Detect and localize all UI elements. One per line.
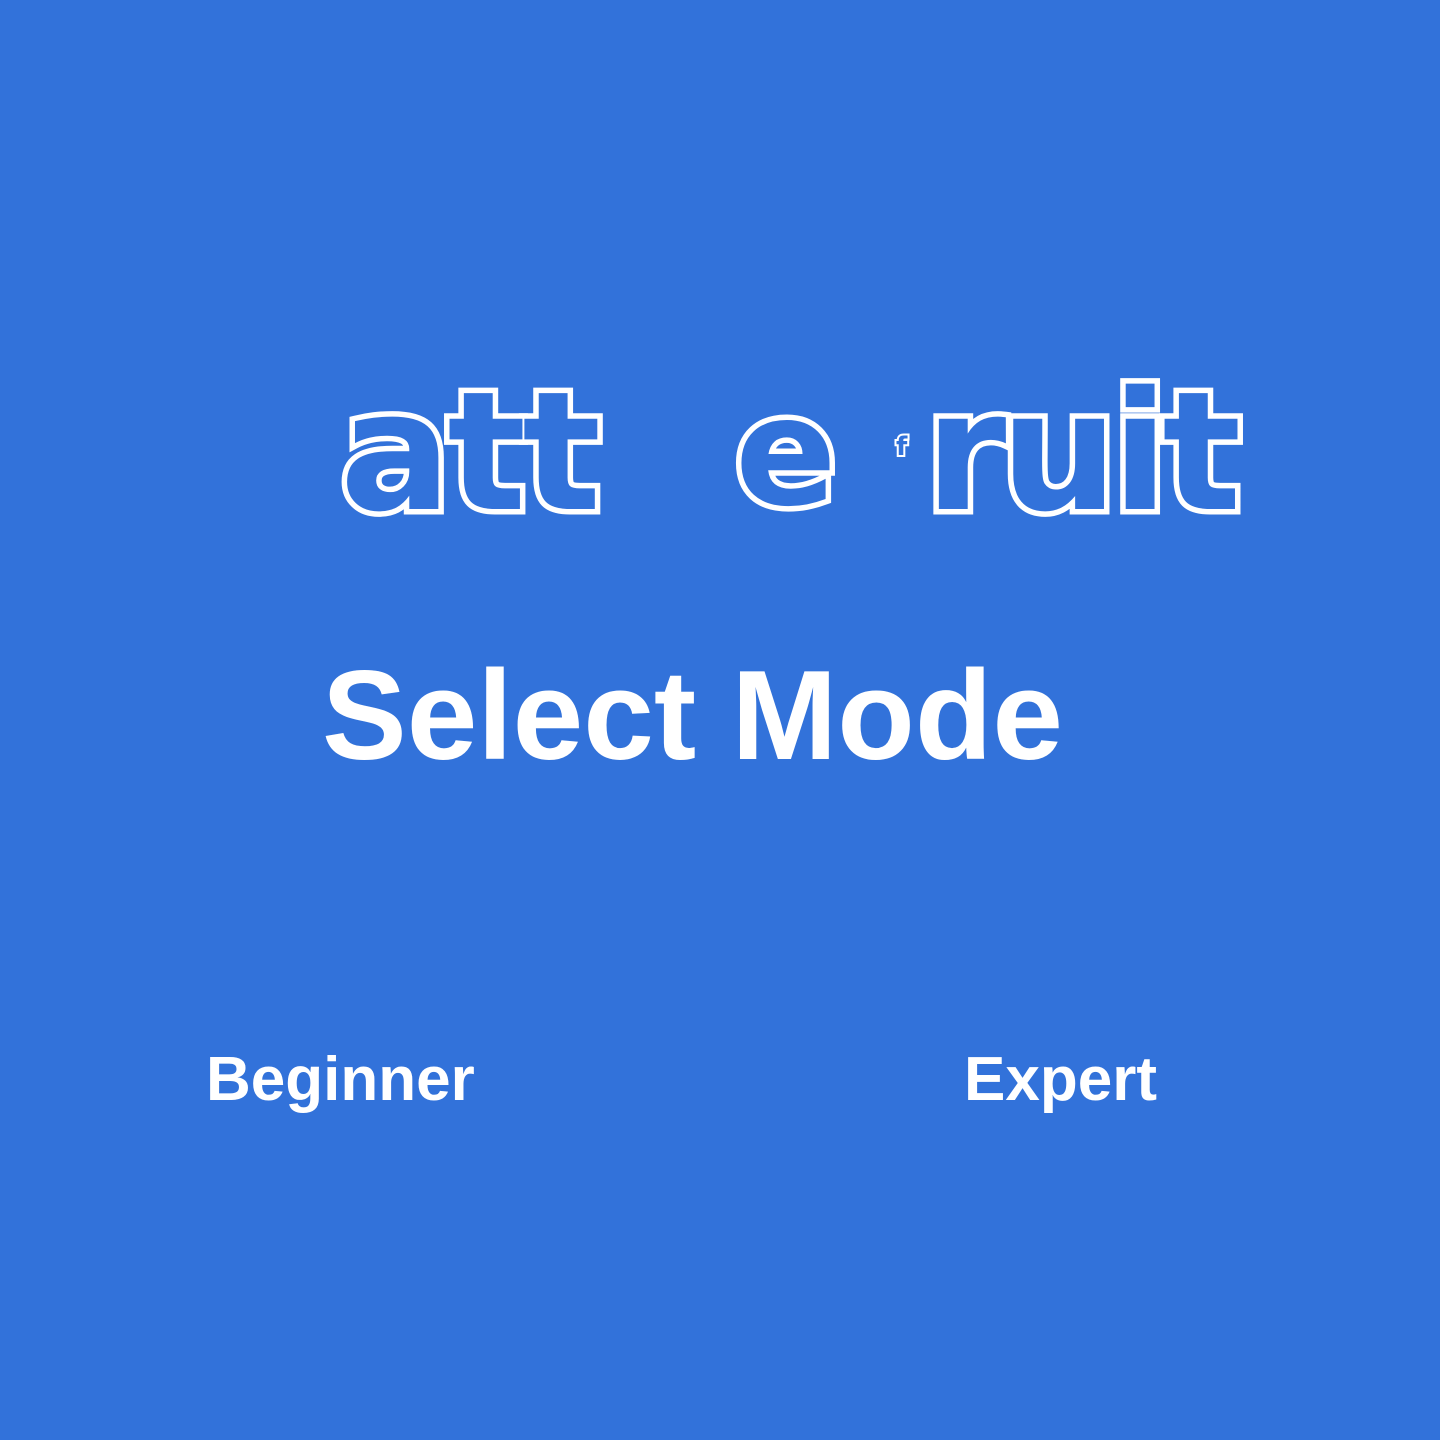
game-logo: att e f ruit: [0, 330, 1440, 560]
logo-text-part: e: [730, 366, 843, 540]
page-title: Select Mode: [322, 644, 1064, 786]
expert-mode-button[interactable]: Expert: [964, 1045, 1157, 1115]
beginner-mode-button[interactable]: Beginner: [206, 1045, 475, 1115]
logo-text-part: f: [894, 432, 909, 462]
logo-text-part: ruit: [919, 356, 1246, 548]
logo-text-part: att: [334, 356, 606, 548]
mode-select-screen: att e f ruit Select Mode Beginner Expert: [0, 0, 1440, 1440]
